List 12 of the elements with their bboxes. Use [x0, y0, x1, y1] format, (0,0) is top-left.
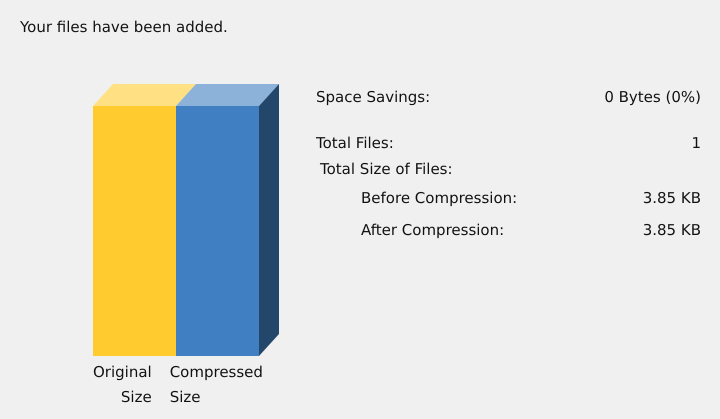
- bar-label: Original Size: [93, 362, 152, 408]
- stat-value: 3.85 KB: [642, 189, 701, 207]
- stat-label: After Compression:: [361, 221, 504, 239]
- stat-value: 0 Bytes (0%): [604, 88, 701, 106]
- stat-value: 3.85 KB: [642, 221, 701, 239]
- stat-label: Before Compression:: [361, 189, 518, 207]
- status-message: Your files have been added.: [20, 18, 229, 38]
- stat-label: Total Files:: [316, 134, 394, 152]
- stat-label: Space Savings:: [316, 88, 430, 106]
- bar-label: Compressed Size: [170, 362, 264, 408]
- stat-label: Total Size of Files:: [320, 160, 453, 178]
- stat-value: 1: [691, 134, 701, 152]
